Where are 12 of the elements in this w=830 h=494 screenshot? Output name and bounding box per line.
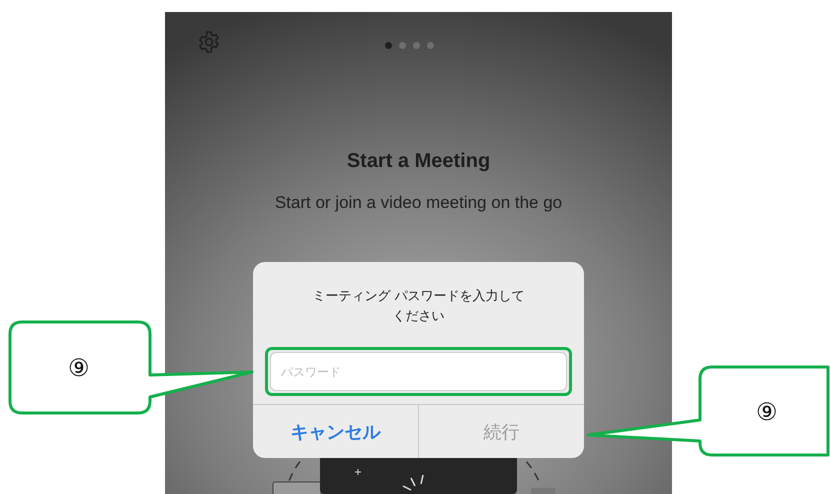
cancel-button[interactable]: キャンセル: [253, 405, 418, 458]
page-dot[interactable]: [385, 42, 392, 49]
callout-number: ⑨: [756, 400, 778, 424]
settings-icon[interactable]: [197, 30, 221, 54]
callout-number: ⑨: [68, 356, 90, 380]
screen-title: Start a Meeting: [346, 150, 490, 173]
page-dot[interactable]: [427, 42, 434, 49]
page-dot[interactable]: [413, 42, 420, 49]
page-dot[interactable]: [399, 42, 406, 49]
password-field[interactable]: パスワード: [270, 352, 567, 391]
dialog-message: ミーティング パスワードを入力してください: [311, 288, 526, 326]
screen-subtitle: Start or join a video meeting on the go: [274, 193, 562, 213]
